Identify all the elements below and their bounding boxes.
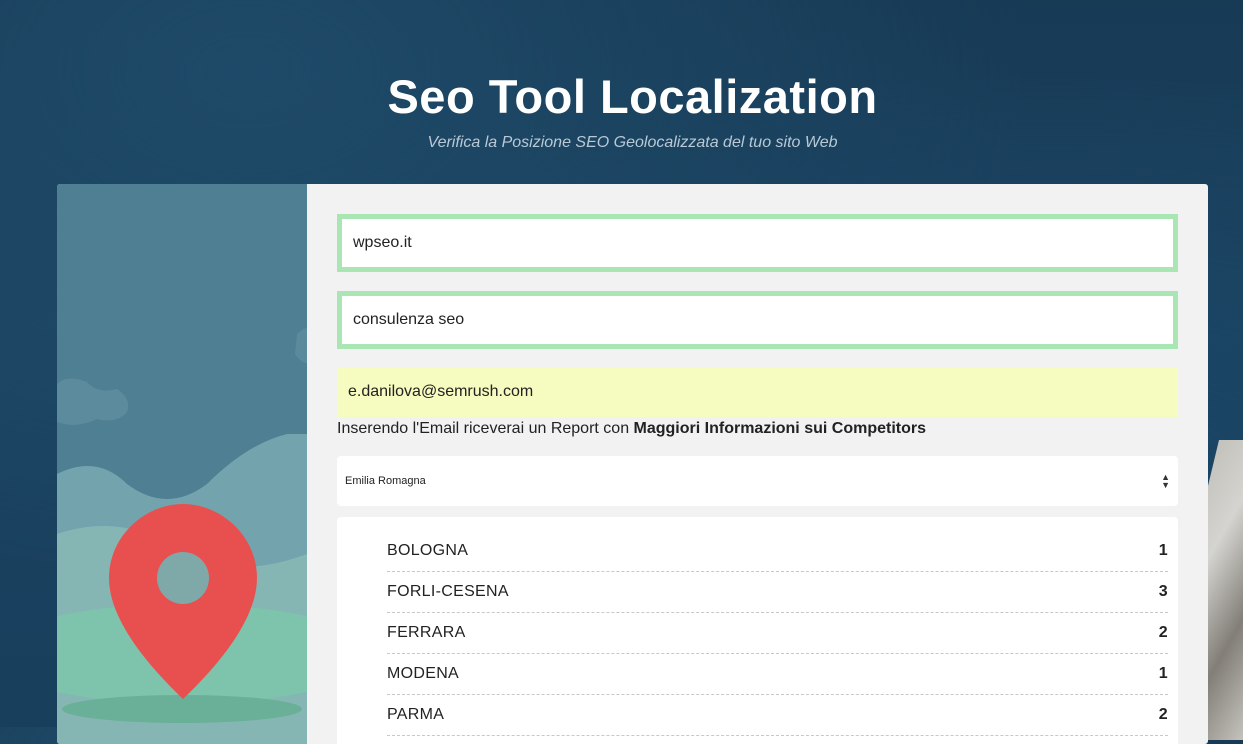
result-row: FORLI-CESENA 3 [387, 572, 1168, 613]
page-subtitle: Verifica la Posizione SEO Geolocalizzata… [427, 134, 838, 151]
result-position: 2 [1158, 706, 1168, 723]
email-hint-text: Inserendo l'Email riceverai un Report co… [337, 420, 634, 437]
tool-card: wpseo.it consulenza seo e.danilova@semru… [57, 184, 1208, 744]
result-position: 3 [1158, 583, 1168, 600]
result-position: 1 [1158, 542, 1168, 559]
keyword-input[interactable]: consulenza seo [337, 291, 1178, 349]
result-city: PARMA [387, 706, 445, 723]
site-input[interactable]: wpseo.it [337, 214, 1178, 272]
search-form: wpseo.it consulenza seo e.danilova@semru… [337, 214, 1178, 744]
result-city: MODENA [387, 665, 460, 682]
result-city: FERRARA [387, 624, 466, 641]
region-select-value: Emilia Romagna [345, 475, 426, 487]
email-hint: Inserendo l'Email riceverai un Report co… [337, 420, 1178, 442]
hero: Seo Tool Localization Verifica la Posizi… [0, 64, 1243, 152]
email-hint-bold: Maggiori Informazioni sui Competitors [633, 420, 926, 437]
map-illustration [57, 184, 307, 744]
result-row: FERRARA 2 [387, 613, 1168, 654]
result-position: 1 [1158, 665, 1168, 682]
page-title: Seo Tool Localization [387, 70, 878, 123]
select-arrows-icon: ▲ ▼ [1161, 472, 1170, 490]
region-select[interactable]: Emilia Romagna ▲ ▼ [337, 456, 1178, 506]
result-city: BOLOGNA [387, 542, 469, 559]
result-position: 2 [1158, 624, 1168, 641]
result-row: BOLOGNA 1 [387, 531, 1168, 572]
map-pin-icon [57, 327, 307, 744]
result-row: MODENA 1 [387, 654, 1168, 695]
email-input[interactable]: e.danilova@semrush.com [337, 367, 1178, 417]
results-list: BOLOGNA 1 FORLI-CESENA 3 FERRARA 2 MODEN… [337, 517, 1178, 744]
result-city: FORLI-CESENA [387, 583, 509, 600]
result-row: PARMA 2 [387, 695, 1168, 736]
